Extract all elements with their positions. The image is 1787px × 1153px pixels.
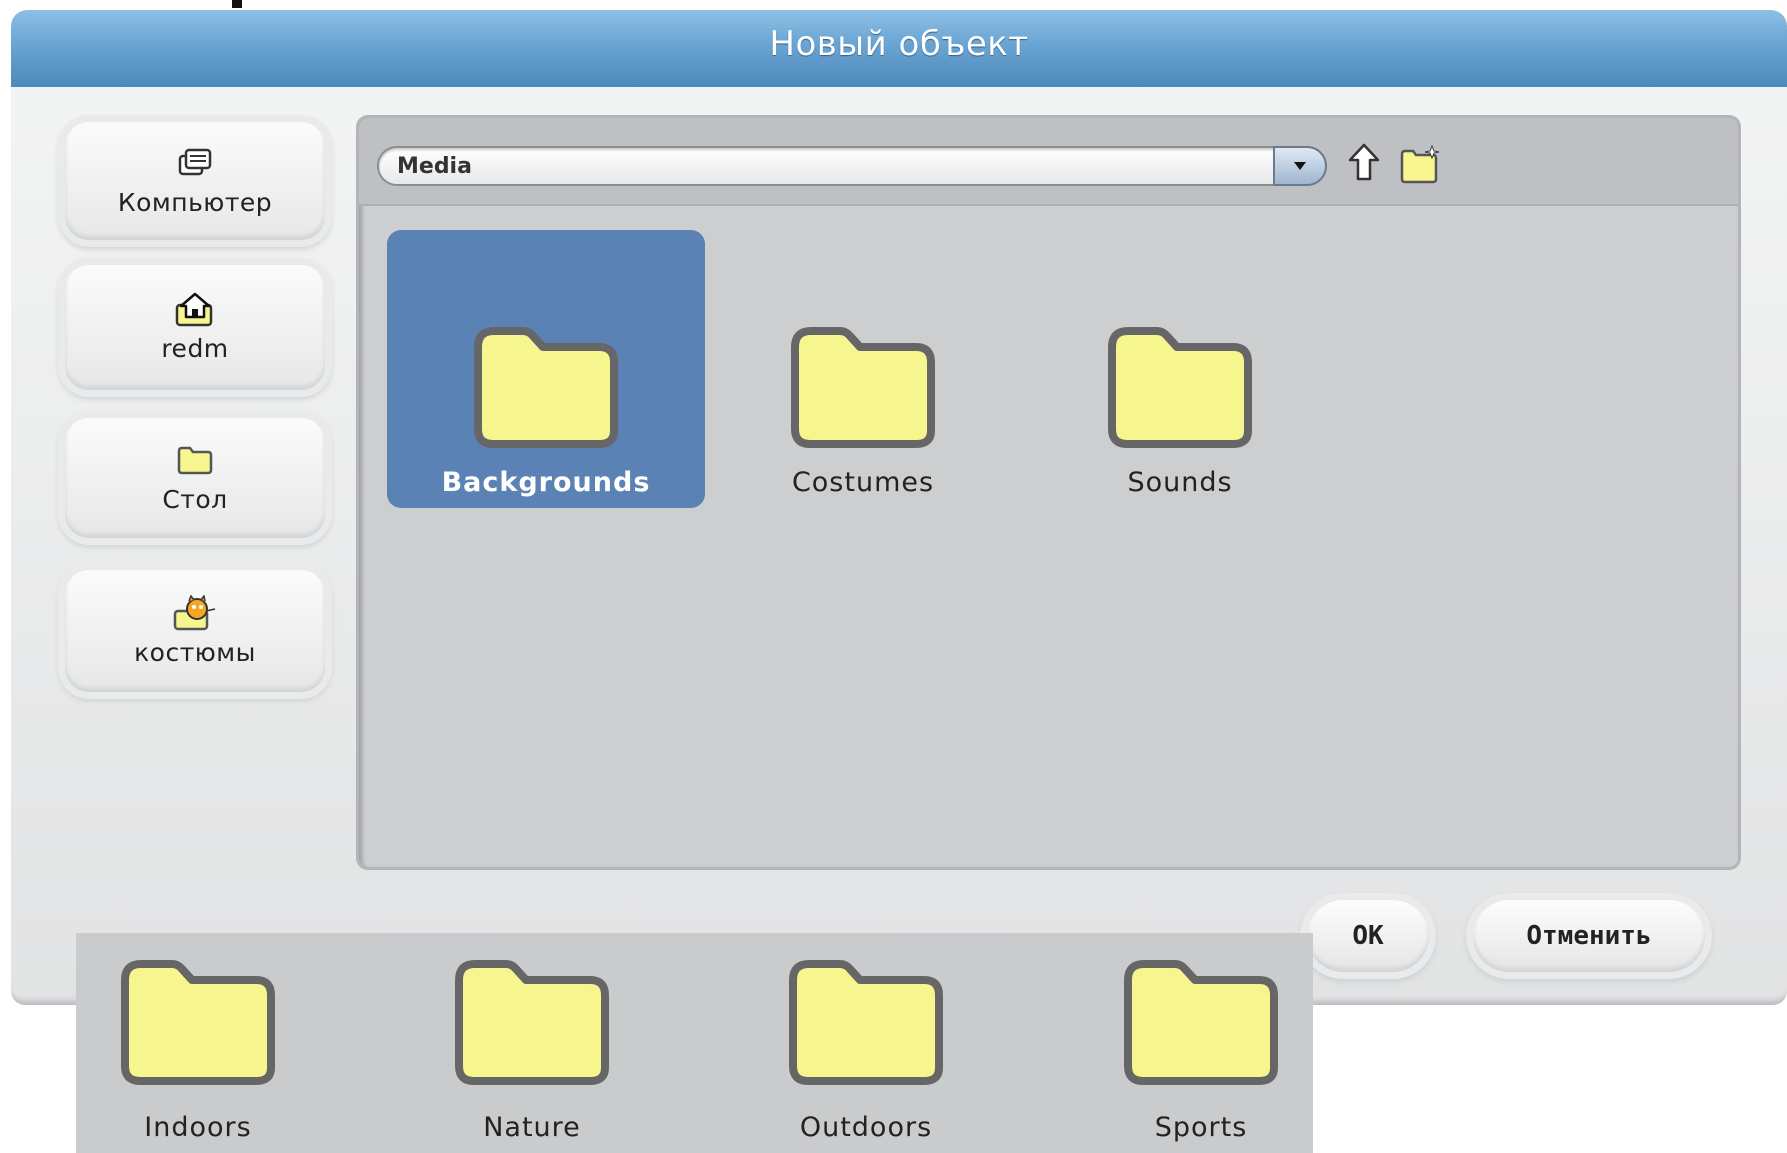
cancel-button[interactable]: Отменить xyxy=(1473,900,1705,972)
ok-button-label: ОК xyxy=(1352,921,1384,951)
folder-name: Sounds xyxy=(1127,467,1233,498)
new-folder-icon[interactable] xyxy=(1399,144,1443,188)
folder-item-sounds[interactable]: Sounds xyxy=(1021,230,1339,508)
folder-icon xyxy=(1107,325,1253,453)
cancel-button-label: Отменить xyxy=(1526,921,1652,951)
computer-icon xyxy=(176,146,214,180)
folder-icon xyxy=(790,325,936,453)
costumes-icon xyxy=(173,594,217,630)
sidebar-item-label: Стол xyxy=(162,484,228,514)
sidebar-item-computer[interactable]: Компьютер xyxy=(65,122,325,240)
folder-icon xyxy=(788,958,944,1090)
subfolder-overlay: Indoors Nature Outdoors Sports xyxy=(76,933,1313,1153)
folder-icon xyxy=(473,325,619,453)
folder-name: Indoors xyxy=(144,1112,252,1143)
folder-icon xyxy=(176,443,214,477)
folder-name: Sports xyxy=(1154,1112,1248,1143)
sidebar-item-label: Компьютер xyxy=(117,187,273,217)
home-icon xyxy=(175,292,215,327)
folder-name: Backgrounds xyxy=(441,467,651,498)
path-dropdown[interactable]: Media xyxy=(377,146,1327,186)
sidebar-item-home[interactable]: redm xyxy=(65,265,325,390)
folder-item-costumes[interactable]: Costumes xyxy=(704,230,1022,508)
sidebar-item-desktop[interactable]: Стол xyxy=(65,418,325,538)
folder-name: Nature xyxy=(483,1112,581,1143)
folder-item-backgrounds[interactable]: Backgrounds xyxy=(387,230,705,508)
folder-name: Costumes xyxy=(791,467,935,498)
folder-name: Outdoors xyxy=(799,1112,933,1143)
folder-item-nature[interactable]: Nature xyxy=(432,958,632,1143)
sidebar-item-costumes[interactable]: костюмы xyxy=(65,570,325,692)
corner-mark xyxy=(232,0,242,8)
chevron-down-icon[interactable] xyxy=(1273,146,1327,186)
browser-toolbar: Media xyxy=(359,118,1738,206)
dialog-titlebar[interactable]: Новый объект xyxy=(11,10,1787,87)
sidebar-item-label: redm xyxy=(161,334,229,363)
ok-button[interactable]: ОК xyxy=(1307,900,1429,972)
dialog-title: Новый объект xyxy=(769,23,1029,64)
folder-item-outdoors[interactable]: Outdoors xyxy=(766,958,966,1143)
folder-item-indoors[interactable]: Indoors xyxy=(98,958,298,1143)
folder-item-sports[interactable]: Sports xyxy=(1101,958,1301,1143)
folder-icon xyxy=(454,958,610,1090)
new-object-dialog: Новый объект Компьютер redm Стол костюмы… xyxy=(11,10,1787,1005)
file-browser-panel: Media Backgrounds Costumes Sounds xyxy=(356,115,1741,870)
path-value: Media xyxy=(397,154,472,179)
up-arrow-icon[interactable] xyxy=(1347,142,1381,186)
folder-icon xyxy=(1123,958,1279,1090)
folder-icon xyxy=(120,958,276,1090)
sidebar-item-label: костюмы xyxy=(134,637,256,667)
